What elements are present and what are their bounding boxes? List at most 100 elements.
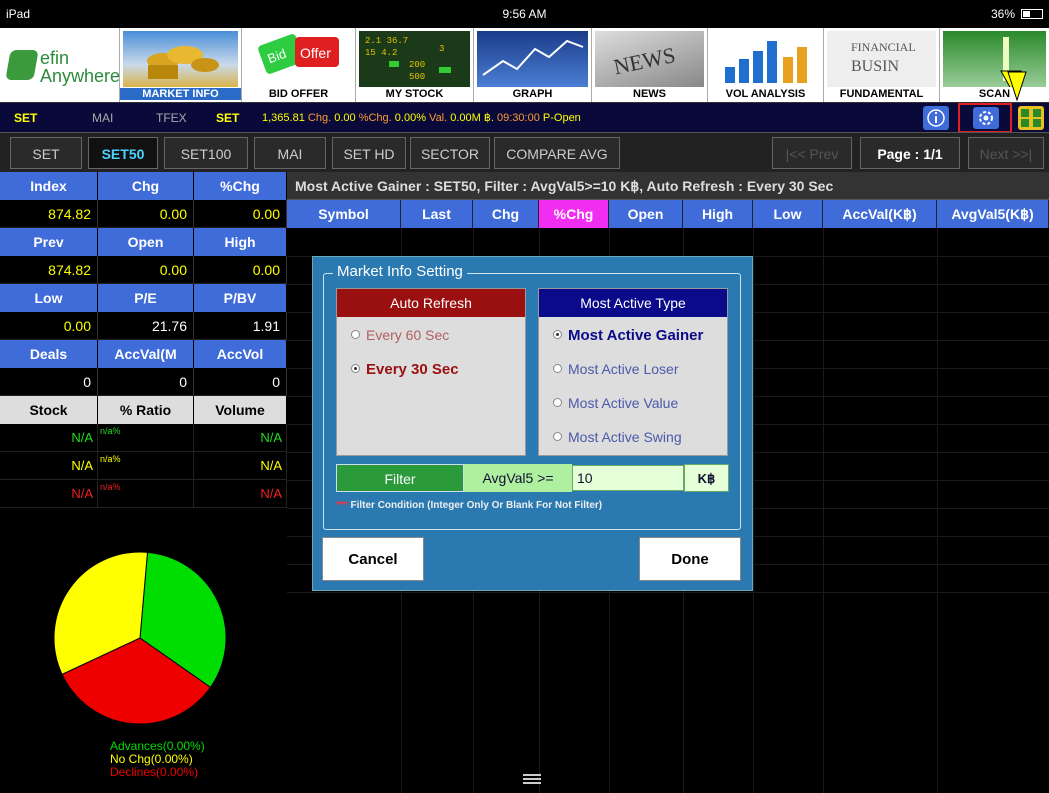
pie-legend: Advances(0.00%) No Chg(0.00%) Declines(0… <box>110 740 205 779</box>
clock: 9:56 AM <box>502 7 547 21</box>
column-header-chg[interactable]: Chg <box>473 200 539 228</box>
value-cell: 0.00 <box>0 312 98 340</box>
logo-text-bottom: Anywhere <box>40 66 120 86</box>
svg-text:500: 500 <box>409 72 425 82</box>
toolbar-vol-analysis[interactable]: VOL ANALYSIS <box>708 28 824 102</box>
value-cell: 0.00 <box>98 200 194 228</box>
toolbar-graph[interactable]: GRAPH <box>474 28 592 102</box>
stock-row-nochg[interactable]: N/A n/a% N/A <box>0 452 287 480</box>
coins-icon <box>123 31 238 87</box>
volume-cell: N/A <box>194 424 287 452</box>
chg-value: 0.00 <box>334 112 356 124</box>
option-label: Every 60 Sec <box>366 327 450 343</box>
toolbar-label: GRAPH <box>512 88 553 100</box>
option-label: Most Active Gainer <box>568 327 704 344</box>
toolbar-fundamental[interactable]: FINANCIAL BUSIN FUNDAMENTAL <box>824 28 940 102</box>
stock-row-decline[interactable]: N/A n/a% N/A <box>0 480 287 508</box>
summary-header-row: Prev Open High <box>0 228 287 256</box>
filter-key-label: AvgVal5 >= <box>464 464 572 492</box>
value-cell: 0 <box>194 368 287 396</box>
column-header-last[interactable]: Last <box>401 200 473 228</box>
chg-label: Chg. <box>307 112 332 124</box>
cancel-button[interactable]: Cancel <box>322 537 424 581</box>
index-value: 1,365.81 <box>262 112 305 124</box>
option-label: Most Active Loser <box>568 361 679 377</box>
done-button[interactable]: Done <box>639 537 741 581</box>
toolbar-bid-offer[interactable]: Bid Offer BID OFFER <box>242 28 356 102</box>
tab-mai[interactable]: MAI <box>254 137 326 169</box>
tab-set50[interactable]: SET50 <box>88 137 158 169</box>
stock-row-advance[interactable]: N/A n/a% N/A <box>0 424 287 452</box>
radio-most-active-loser[interactable]: Most Active Loser <box>553 361 679 377</box>
header-cell: High <box>194 228 287 256</box>
summary-header-row: Low P/E P/BV <box>0 284 287 312</box>
column-header-accval[interactable]: AccVal(K฿) <box>823 200 937 228</box>
radio-most-active-swing[interactable]: Most Active Swing <box>553 429 682 445</box>
value-cell: 874.82 <box>0 256 98 284</box>
header-cell: AccVal(M <box>98 340 194 368</box>
pchg-label: %Chg. <box>358 112 392 124</box>
index-tab-bar: SET SET50 SET100 MAI SET HD SECTOR COMPA… <box>0 132 1049 172</box>
current-market: SET <box>216 111 240 125</box>
header-cell: Low <box>0 284 98 312</box>
battery-icon <box>1021 9 1043 19</box>
summary-value-row: 0 0 0 <box>0 368 287 396</box>
summary-value-row: 874.82 0.00 0.00 <box>0 200 287 228</box>
info-icon[interactable] <box>923 106 949 130</box>
header-cell: Open <box>98 228 194 256</box>
toolbar-market-info[interactable]: MARKET INFO <box>120 28 242 102</box>
filter-value-input[interactable] <box>572 465 684 491</box>
next-page-button[interactable]: Next >>| <box>968 137 1044 169</box>
column-header-high[interactable]: High <box>683 200 753 228</box>
summary-header-row: Deals AccVal(M AccVol <box>0 340 287 368</box>
header-cell: Prev <box>0 228 98 256</box>
column-header-low[interactable]: Low <box>753 200 823 228</box>
column-header-open[interactable]: Open <box>609 200 683 228</box>
radio-icon <box>553 364 562 373</box>
radio-most-active-value[interactable]: Most Active Value <box>553 395 678 411</box>
toolbar-label: NEWS <box>633 88 666 100</box>
graph-icon <box>477 31 588 87</box>
tab-set-hd[interactable]: SET HD <box>332 137 406 169</box>
settings-gear-button[interactable] <box>958 103 1012 133</box>
ratio-cell: n/a% <box>98 480 194 508</box>
header-cell: Chg <box>98 172 194 200</box>
volume-cell: N/A <box>194 452 287 480</box>
efin-logo: efin Anywhere <box>0 28 120 102</box>
note-asterisks: *** <box>336 500 348 511</box>
column-header-symbol[interactable]: Symbol <box>287 200 401 228</box>
market-tfex[interactable]: TFEX <box>156 111 187 125</box>
svg-text:3: 3 <box>439 44 444 54</box>
prev-page-button[interactable]: |<< Prev <box>772 137 852 169</box>
toolbar-news[interactable]: NEWS NEWS <box>592 28 708 102</box>
tab-set100[interactable]: SET100 <box>164 137 248 169</box>
column-header-pchg[interactable]: %Chg <box>539 200 609 228</box>
column-header-avgval5[interactable]: AvgVal5(K฿) <box>937 200 1049 228</box>
svg-text:Offer: Offer <box>300 45 331 61</box>
summary-header-row: Index Chg %Chg <box>0 172 287 200</box>
market-mai[interactable]: MAI <box>92 111 113 125</box>
drag-handle-icon[interactable] <box>523 772 541 786</box>
header-cell: Stock <box>0 396 98 424</box>
svg-text:BUSIN: BUSIN <box>851 58 899 75</box>
tab-sector[interactable]: SECTOR <box>410 137 490 169</box>
fullscreen-icon[interactable] <box>1018 106 1044 130</box>
toolbar-label: MY STOCK <box>385 88 444 100</box>
stock-board-icon: 2.1 36.7 15 4.2 200 500 3 <box>359 31 470 87</box>
radio-most-active-gainer[interactable]: Most Active Gainer <box>553 327 703 344</box>
toolbar-label: BID OFFER <box>268 88 329 100</box>
radio-every-60-sec[interactable]: Every 60 Sec <box>351 327 449 343</box>
battery-percent: 36% <box>990 7 1015 21</box>
toolbar-my-stock[interactable]: 2.1 36.7 15 4.2 200 500 3 MY STOCK <box>356 28 474 102</box>
note-text: Filter Condition (Integer Only Or Blank … <box>350 500 603 511</box>
bar-chart-icon <box>711 31 820 87</box>
svg-text:2.1 36.7: 2.1 36.7 <box>365 36 408 46</box>
filter-row: Filter AvgVal5 >= K฿ <box>336 464 729 492</box>
tab-set[interactable]: SET <box>10 137 82 169</box>
tab-compare-avg[interactable]: COMPARE AVG <box>494 137 620 169</box>
market-set[interactable]: SET <box>14 111 37 125</box>
value-cell: 0 <box>0 368 98 396</box>
filter-note: *** Filter Condition (Integer Only Or Bl… <box>336 500 602 511</box>
radio-every-30-sec[interactable]: Every 30 Sec <box>351 361 459 378</box>
pchg-value: 0.00% <box>394 112 426 124</box>
